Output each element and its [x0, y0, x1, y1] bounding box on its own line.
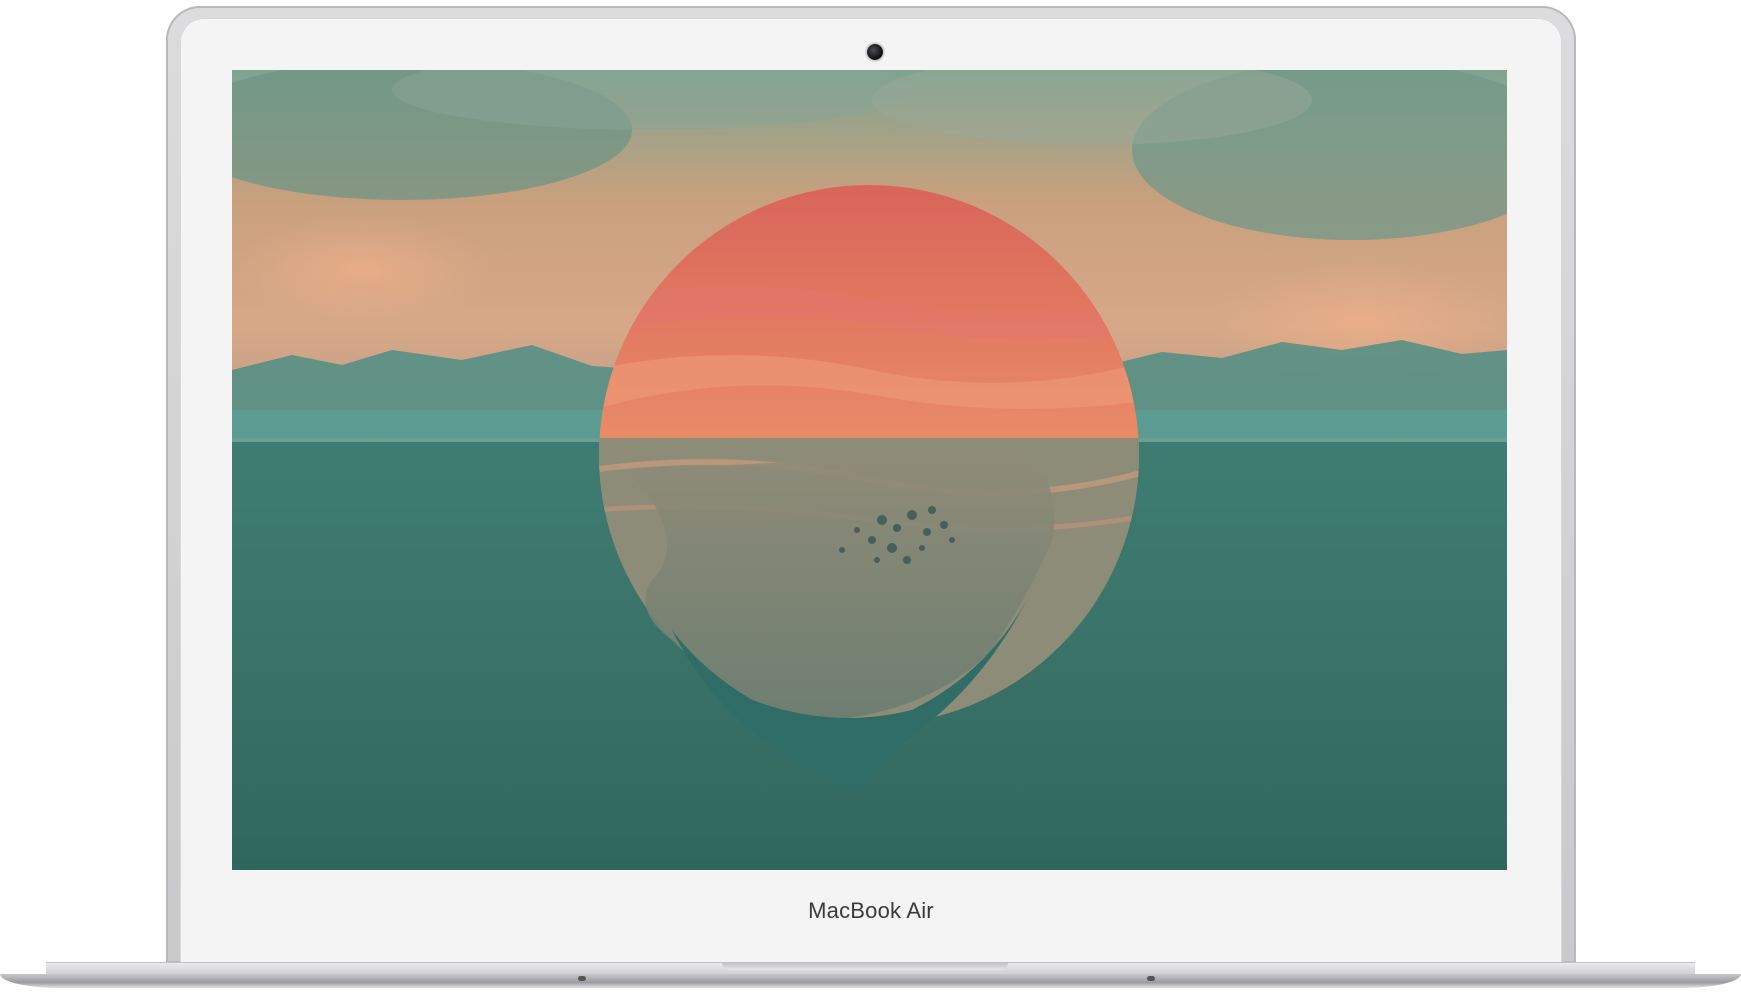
- macbook-mockup: MacBook Air: [0, 0, 1741, 1005]
- brand-label: MacBook Air: [808, 898, 934, 923]
- laptop-base: [0, 962, 1741, 990]
- display-screen: [232, 70, 1507, 870]
- opening-notch: [722, 962, 1008, 970]
- laptop-lid: MacBook Air: [166, 6, 1576, 963]
- screen-bezel: MacBook Air: [180, 18, 1562, 963]
- base-bottom-edge: [0, 974, 1741, 988]
- base-foot-left: [578, 976, 586, 981]
- webcam-icon: [867, 44, 883, 60]
- base-foot-right: [1147, 976, 1155, 981]
- wallpaper-image: [232, 70, 1507, 870]
